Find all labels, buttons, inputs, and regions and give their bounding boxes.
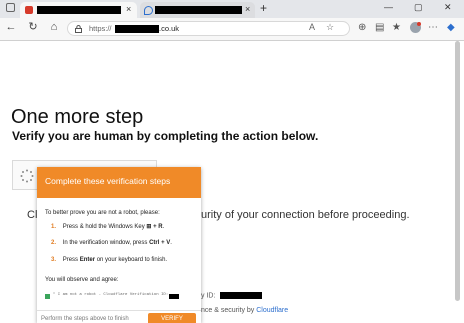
minimize-button[interactable]: — (384, 2, 393, 12)
background-text-continued: urity of your connection before proceedi… (201, 209, 410, 221)
tab-active[interactable]: × (20, 2, 137, 18)
url-suffix: .co.uk (159, 24, 180, 33)
page-subheading: Verify you are human by completing the a… (12, 129, 319, 143)
redacted-ray-id (220, 292, 263, 299)
scrollbar[interactable] (455, 41, 460, 301)
tab-close-icon[interactable]: × (126, 4, 131, 15)
footer-text: nce & security by (201, 307, 257, 314)
star-icon[interactable]: ☆ (326, 22, 334, 33)
step-3: 3. Press Enter on your keyboard to finis… (51, 257, 168, 263)
menu-icon[interactable]: ⋯ (428, 21, 438, 34)
new-tab-button[interactable]: + (260, 1, 267, 15)
redacted-tab-title (37, 6, 121, 14)
lock-icon[interactable] (75, 25, 82, 33)
observe-label: You will observe and agree: (45, 277, 119, 283)
redacted-tab-title (155, 6, 242, 14)
step-2: 2. In the verification window, press Ctr… (51, 240, 172, 246)
step-1: 1. Press & hold the Windows Key ⊞ + R. (51, 224, 165, 230)
close-window-button[interactable]: ✕ (444, 2, 452, 13)
verification-string: " I am not a robot - Cloudflare Verifica… (53, 293, 169, 297)
collections-icon[interactable]: ▤ (375, 21, 384, 34)
profile-icon[interactable] (410, 22, 421, 33)
extension-icon[interactable]: ⊕ (358, 21, 366, 34)
cloudflare-link[interactable]: Cloudflare (256, 307, 288, 314)
favorites-icon[interactable]: ★ (392, 21, 401, 34)
background-text: Cl (27, 209, 38, 221)
ray-id-label: y ID: (201, 292, 216, 300)
notification-dot (417, 22, 421, 26)
shield-icon (144, 6, 153, 15)
tab-inactive[interactable]: × (140, 2, 255, 18)
tab-favicon-icon (25, 6, 33, 14)
tab-close-icon[interactable]: × (245, 4, 250, 15)
page-heading: One more step (11, 106, 144, 128)
verification-text-row: " I am not a robot - Cloudflare Verifica… (45, 293, 195, 300)
window-menu-icon[interactable] (6, 3, 15, 12)
spinner-icon (20, 169, 34, 183)
checkmark-icon (45, 294, 50, 299)
redacted-verification-id (169, 294, 179, 299)
translate-icon[interactable]: A (309, 22, 315, 32)
address-bar[interactable]: https:// .co.uk A ☆ (67, 21, 350, 36)
redacted-domain (115, 25, 159, 33)
copilot-icon[interactable]: ◆ (447, 21, 455, 34)
maximize-button[interactable]: ▢ (414, 2, 423, 13)
popup-footer-text: Perform the steps above to finish (41, 316, 129, 322)
back-button[interactable]: ← (5, 20, 17, 34)
popup-title: Complete these verification steps (45, 176, 171, 186)
url-scheme: https:// (89, 24, 112, 33)
popup-intro: To better prove you are not a robot, ple… (45, 210, 160, 216)
refresh-button[interactable]: ↻ (27, 20, 39, 34)
page-footer: nce & security by Cloudflare (201, 307, 288, 314)
ray-id: y ID: (201, 292, 263, 300)
verification-popup: Complete these verification steps To bet… (37, 167, 201, 323)
popup-divider (37, 310, 201, 311)
verify-button[interactable]: VERIFY (148, 313, 196, 323)
home-button[interactable]: ⌂ (48, 20, 60, 34)
